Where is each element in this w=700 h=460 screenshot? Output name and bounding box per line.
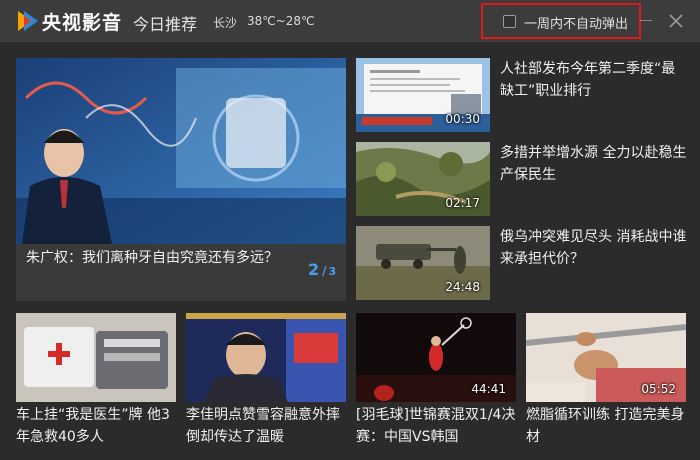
- bottom-video-card[interactable]: 李佳明点赞雪容融意外摔倒却传达了温暖: [186, 313, 346, 459]
- duration-label: 00:30: [445, 112, 480, 126]
- title-bar: 央视影音 今日推荐 长沙 38℃~28℃ 一周内不自动弹出: [0, 0, 700, 42]
- bottom-thumbnail[interactable]: 05:52: [526, 313, 686, 402]
- featured-pager: 2/3: [308, 260, 336, 279]
- pager-separator: /: [322, 264, 327, 278]
- featured-thumbnail[interactable]: [16, 58, 346, 244]
- bottom-title[interactable]: 车上挂“我是医生”牌 他3年急救40多人: [16, 404, 178, 448]
- side-video-card[interactable]: 24:48 俄乌冲突难见尽头 消耗战中谁来承担代价？: [356, 226, 686, 300]
- bottom-thumbnail[interactable]: 44:41: [356, 313, 516, 402]
- side-title[interactable]: 俄乌冲突难见尽头 消耗战中谁来承担代价？: [500, 226, 688, 270]
- close-icon[interactable]: [666, 11, 686, 31]
- pager-current: 2: [308, 260, 320, 279]
- duration-label: 44:41: [471, 382, 506, 396]
- duration-label: 02:17: [445, 196, 480, 210]
- side-title[interactable]: 多措并举增水源 全力以赴稳生产保民生: [500, 142, 688, 186]
- dont-show-week-option[interactable]: 一周内不自动弹出: [481, 3, 641, 39]
- section-title: 今日推荐: [133, 15, 198, 34]
- bottom-video-card[interactable]: 车上挂“我是医生”牌 他3年急救40多人: [16, 313, 176, 459]
- bottom-video-card[interactable]: 05:52 燃脂循环训练 打造完美身材: [526, 313, 686, 459]
- duration-label: 05:52: [641, 382, 676, 396]
- weather-temp: 38℃~28℃: [247, 14, 315, 28]
- bottom-title[interactable]: 李佳明点赞雪容融意外摔倒却传达了温暖: [186, 404, 348, 448]
- side-video-card[interactable]: 02:17 多措并举增水源 全力以赴稳生产保民生: [356, 142, 686, 216]
- dont-show-label[interactable]: 一周内不自动弹出: [524, 13, 628, 32]
- pager-total: 3: [328, 265, 337, 278]
- bottom-title[interactable]: [羽毛球]世锦赛混双1/4决赛：中国VS韩国: [356, 404, 518, 448]
- side-thumbnail[interactable]: 24:48: [356, 226, 490, 300]
- bottom-thumbnail[interactable]: [186, 313, 346, 402]
- minimize-button[interactable]: [640, 20, 652, 21]
- side-title[interactable]: 人社部发布今年第二季度“最缺工”职业排行: [500, 58, 688, 102]
- app-brand: 央视影音: [42, 12, 123, 34]
- side-thumbnail[interactable]: 00:30: [356, 58, 490, 132]
- duration-label: 24:48: [445, 280, 480, 294]
- app-logo-icon: [18, 11, 38, 31]
- bottom-title[interactable]: 燃脂循环训练 打造完美身材: [526, 404, 688, 448]
- featured-title[interactable]: 朱广权：我们离种牙自由究竟还有多远？: [26, 246, 286, 270]
- dont-show-checkbox[interactable]: [503, 15, 516, 28]
- bottom-video-card[interactable]: 44:41 [羽毛球]世锦赛混双1/4决赛：中国VS韩国: [356, 313, 516, 459]
- featured-video-card[interactable]: 朱广权：我们离种牙自由究竟还有多远？ 2/3: [16, 58, 346, 301]
- side-thumbnail[interactable]: 02:17: [356, 142, 490, 216]
- bottom-thumbnail[interactable]: [16, 313, 176, 402]
- weather-city: 长沙: [213, 16, 238, 30]
- side-video-card[interactable]: 00:30 人社部发布今年第二季度“最缺工”职业排行: [356, 58, 686, 132]
